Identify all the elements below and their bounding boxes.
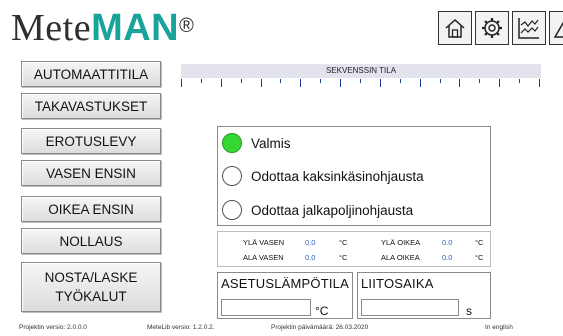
yla-oikea-value: 0.0 bbox=[442, 238, 453, 247]
yla-oikea-unit: °C bbox=[475, 238, 484, 247]
ala-vasen-label: ALA VASEN bbox=[243, 253, 284, 262]
language-link[interactable]: In english bbox=[485, 324, 513, 331]
setpoint-unit: °C bbox=[315, 304, 329, 318]
sequence-tick bbox=[519, 79, 520, 83]
sequence-status-bar: SEKVENSSIN TILA bbox=[181, 64, 541, 88]
sequence-tick bbox=[280, 79, 281, 83]
setpoint-box: ASETUSLÄMPÖTILA °C bbox=[217, 272, 353, 319]
sequence-tick bbox=[400, 79, 401, 83]
gear-icon[interactable] bbox=[475, 11, 509, 45]
yla-vasen-unit: °C bbox=[339, 238, 348, 247]
home-icon[interactable] bbox=[438, 11, 472, 45]
project-version: Projektin versio: 2.0.0.0 bbox=[19, 324, 87, 331]
ala-vasen-unit: °C bbox=[339, 253, 348, 262]
status-label: Odottaa kaksinkäsinohjausta bbox=[251, 168, 424, 184]
sequence-tick bbox=[539, 79, 540, 87]
logo-registered: ® bbox=[179, 15, 195, 37]
ala-oikea-unit: °C bbox=[475, 253, 484, 262]
status-indicator bbox=[222, 166, 242, 186]
ala-oikea-label: ALA OIKEA bbox=[381, 253, 420, 262]
yla-vasen-value: 0.0 bbox=[305, 238, 316, 247]
app-logo: MeteMAN® bbox=[11, 6, 194, 50]
erotuslevy-button[interactable]: EROTUSLEVY bbox=[21, 128, 161, 154]
setpoint-title: ASETUSLÄMPÖTILA bbox=[221, 276, 349, 291]
sequence-tick bbox=[459, 79, 460, 87]
temperature-readouts: YLÄ VASEN 0.0 °C YLÄ OIKEA 0.0 °C ALA VA… bbox=[217, 231, 491, 267]
sequence-tick bbox=[380, 79, 381, 87]
sequence-tick bbox=[241, 79, 242, 83]
yla-oikea-label: YLÄ OIKEA bbox=[381, 238, 421, 247]
oikea-ensin-button[interactable]: OIKEA ENSIN bbox=[21, 196, 161, 222]
automaattitila-button[interactable]: AUTOMAATTITILA bbox=[21, 61, 161, 87]
sequence-tick bbox=[221, 79, 222, 87]
setpoint-input[interactable] bbox=[221, 299, 311, 316]
sequence-tick bbox=[261, 79, 262, 87]
warning-icon[interactable] bbox=[549, 11, 563, 45]
sequence-tick bbox=[181, 79, 182, 87]
ala-vasen-value: 0.0 bbox=[305, 253, 316, 262]
sequence-tick bbox=[300, 79, 301, 87]
sequence-tick bbox=[499, 79, 500, 87]
project-date: Projektin päivämäärä: 26.03.2020 bbox=[271, 324, 369, 331]
sequence-tick bbox=[440, 79, 441, 83]
nosta-laske-button[interactable]: NOSTA/LASKE TYÖKALUT bbox=[21, 262, 161, 312]
vasen-ensin-button[interactable]: VASEN ENSIN bbox=[21, 160, 161, 186]
status-row-valmis: Valmis bbox=[222, 132, 291, 154]
yla-vasen-label: YLÄ VASEN bbox=[243, 238, 285, 247]
status-row-jalkapoljin: Odottaa jalkapoljinohjausta bbox=[222, 199, 413, 221]
joint-time-title: LIITOSAIKA bbox=[361, 276, 434, 291]
status-indicator-active bbox=[222, 133, 242, 153]
logo-accent: MAN bbox=[91, 7, 180, 49]
status-label: Odottaa jalkapoljinohjausta bbox=[251, 202, 414, 218]
sequence-title: SEKVENSSIN TILA bbox=[181, 64, 541, 78]
metelib-version: MeteLib versio: 1.2.0.2. bbox=[147, 324, 215, 331]
takavastukset-button[interactable]: TAKAVASTUKSET bbox=[21, 93, 161, 119]
top-toolbar bbox=[438, 11, 563, 45]
sequence-tick bbox=[420, 79, 421, 87]
joint-time-box: LIITOSAIKA s bbox=[357, 272, 491, 319]
sequence-tick bbox=[340, 79, 341, 87]
sequence-tick bbox=[360, 79, 361, 83]
nollaus-button[interactable]: NOLLAUS bbox=[21, 228, 161, 254]
joint-time-input[interactable] bbox=[361, 299, 459, 316]
logo-prefix: Mete bbox=[11, 7, 92, 49]
status-label: Valmis bbox=[251, 135, 291, 151]
sequence-tick bbox=[320, 79, 321, 83]
sequence-tick bbox=[479, 79, 480, 83]
joint-time-unit: s bbox=[466, 304, 472, 318]
status-panel: Valmis Odottaa kaksinkäsinohjausta Odott… bbox=[217, 126, 491, 226]
ala-oikea-value: 0.0 bbox=[442, 253, 453, 262]
chart-icon[interactable] bbox=[512, 11, 546, 45]
sequence-tick bbox=[201, 79, 202, 83]
status-indicator bbox=[222, 200, 242, 220]
status-row-kaksinkasi: Odottaa kaksinkäsinohjausta bbox=[222, 165, 424, 187]
